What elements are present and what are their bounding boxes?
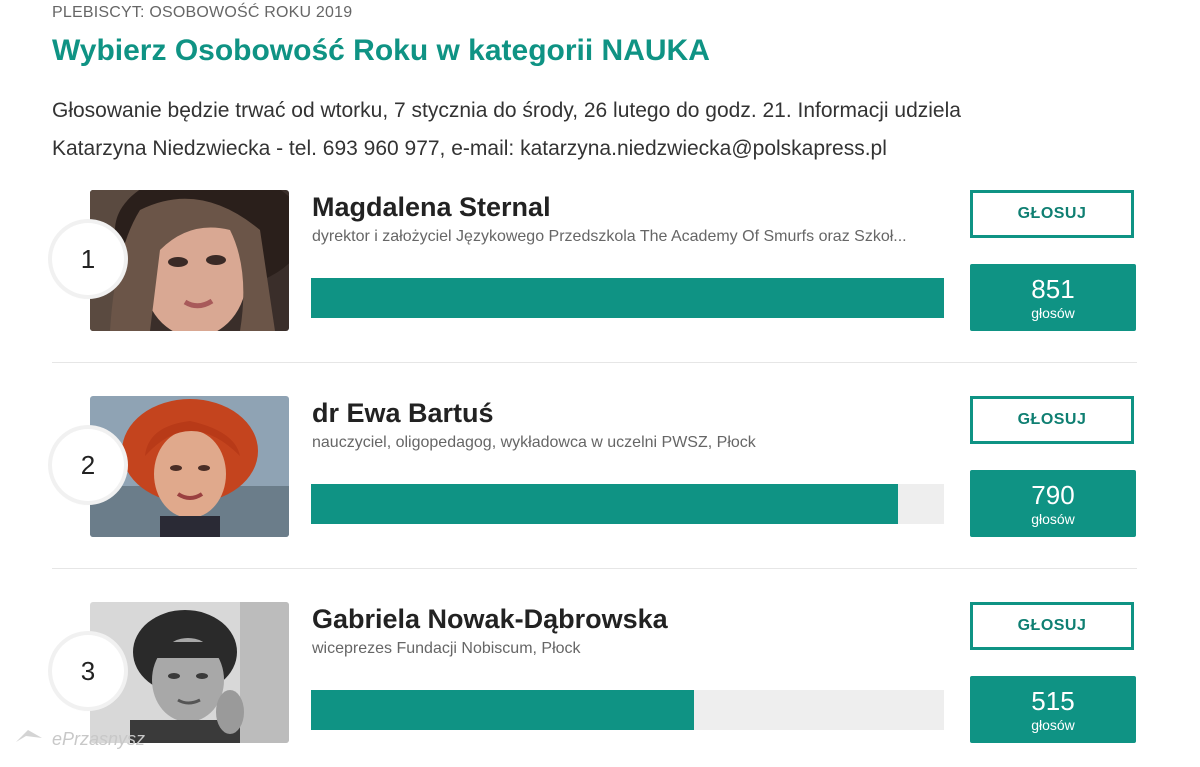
vote-button[interactable]: GŁOSUJ <box>970 396 1134 444</box>
vote-share-fill <box>311 278 944 318</box>
page-title: Wybierz Osobowość Roku w kategorii NAUKA <box>52 34 710 67</box>
candidate-row: 3 Gabriela Nowak-Dąbrowska wiceprezes Fu… <box>52 602 1137 747</box>
vote-count: 515 <box>1031 685 1075 716</box>
vote-count-label: głosów <box>1031 716 1075 733</box>
vote-count-label: głosów <box>1031 510 1075 527</box>
vote-button[interactable]: GŁOSUJ <box>970 190 1134 238</box>
site-watermark: ePrzasnysz <box>14 728 145 751</box>
vote-count: 851 <box>1031 273 1075 304</box>
vote-share-bar <box>311 484 944 524</box>
rank-badge: 2 <box>52 429 124 501</box>
vote-count-label: głosów <box>1031 304 1075 321</box>
vote-button[interactable]: GŁOSUJ <box>970 602 1134 650</box>
vote-share-bar <box>311 690 944 730</box>
rank-badge: 1 <box>52 223 124 295</box>
vote-share-bar <box>311 278 944 318</box>
vote-count: 790 <box>1031 479 1075 510</box>
candidate-row: 1 Magdalena Sternal dyrektor i założycie… <box>52 190 1137 363</box>
vote-count-box: 790 głosów <box>970 470 1136 537</box>
vote-share-fill <box>311 484 899 524</box>
candidate-role: wiceprezes Fundacji Nobiscum, Płock <box>312 640 581 657</box>
candidate-row: 2 dr Ewa Bartuś nauczyciel, oligopedagog… <box>52 396 1137 569</box>
candidate-name: Magdalena Sternal <box>312 192 551 222</box>
vote-count-box: 851 głosów <box>970 264 1136 331</box>
poll-description: Głosowanie będzie trwać od wtorku, 7 sty… <box>52 99 961 160</box>
watermark-logo-icon <box>14 728 44 751</box>
candidate-name: dr Ewa Bartuś <box>312 398 494 428</box>
candidate-name: Gabriela Nowak-Dąbrowska <box>312 604 668 634</box>
vote-share-fill <box>311 690 694 730</box>
candidate-role: dyrektor i założyciel Językowego Przedsz… <box>312 228 907 245</box>
rank-badge: 3 <box>52 635 124 707</box>
watermark-text: ePrzasnysz <box>52 729 146 749</box>
vote-count-box: 515 głosów <box>970 676 1136 743</box>
candidate-role: nauczyciel, oligopedagog, wykładowca w u… <box>312 434 756 451</box>
poll-kicker: PLEBISCYT: OSOBOWOŚĆ ROKU 2019 <box>52 4 353 21</box>
